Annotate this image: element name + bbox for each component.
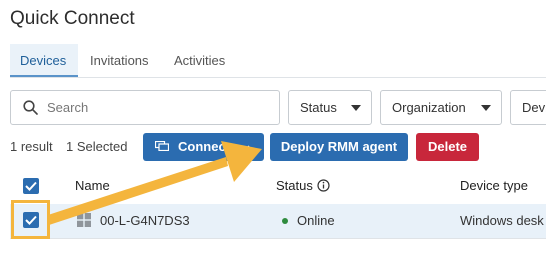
annotation-arrow [48,141,262,225]
